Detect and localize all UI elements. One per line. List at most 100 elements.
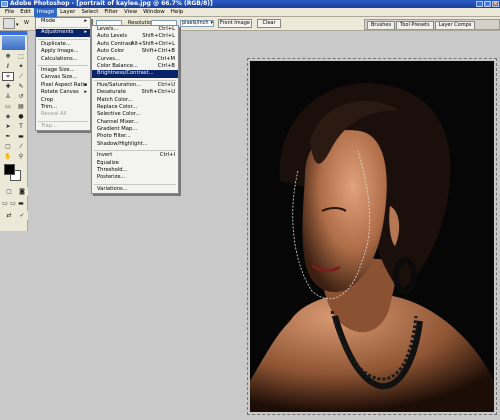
magic-wand-tool-icon[interactable]: ✦ — [15, 62, 27, 71]
palette-well: Brushes Tool Presets Layer Comps — [364, 19, 500, 30]
type-tool-icon[interactable]: T — [15, 122, 27, 131]
menu-separator — [38, 25, 88, 29]
menu-filter[interactable]: Filter — [101, 8, 121, 17]
menu-layer[interactable]: Layer — [57, 8, 78, 17]
image-menu: Mode Adjustments Duplicate... Apply Imag… — [35, 17, 91, 132]
dodge-tool-icon[interactable]: ● — [15, 112, 27, 121]
path-selection-tool-icon[interactable]: ➤ — [2, 122, 14, 131]
menu-item-duplicate[interactable]: Duplicate... — [36, 41, 90, 48]
crop-tool-icon[interactable]: ⌗ — [2, 72, 14, 81]
clone-stamp-tool-icon[interactable]: ♙ — [2, 92, 14, 101]
menu-item-auto-contrast[interactable]: Auto Contrast Alt+Shift+Ctrl+L — [92, 41, 178, 48]
lasso-tool-icon[interactable]: ℓ — [2, 62, 14, 71]
marquee-tool-icon[interactable]: ⬚ — [15, 52, 27, 61]
toolbox: ✥ ⬚ ℓ ✦ ⌗ ⟋ ✚ ✎ ♙ ↺ ▭ ▤ ◈ ● ➤ T ✒ ▬ ▢ ⁄ … — [0, 31, 28, 231]
quick-mask-mode-icon[interactable]: ◙ — [16, 187, 28, 196]
close-button[interactable]: × — [492, 1, 499, 7]
menu-item-variations[interactable]: Variations... — [92, 186, 178, 193]
menu-separator — [38, 63, 88, 66]
menu-edit[interactable]: Edit — [17, 8, 34, 17]
slice-tool-icon[interactable]: ⟋ — [15, 72, 27, 81]
history-brush-tool-icon[interactable]: ↺ — [15, 92, 27, 101]
foreground-color-swatch[interactable] — [4, 164, 15, 175]
menu-item-hue-saturation[interactable]: Hue/Saturation... Ctrl+U — [92, 82, 178, 89]
menu-item-desaturate[interactable]: Desaturate Shift+Ctrl+U — [92, 89, 178, 96]
tool-preset-arrow-icon[interactable]: ▾ — [16, 22, 19, 28]
menu-item-trim[interactable]: Trim... — [36, 104, 90, 111]
move-tool-icon[interactable]: ✥ — [2, 52, 14, 61]
menu-image[interactable]: Image — [33, 7, 58, 17]
tab-brushes[interactable]: Brushes — [367, 21, 396, 29]
menu-item-rotate-canvas[interactable]: Rotate Canvas — [36, 89, 90, 97]
menu-item-equalize[interactable]: Equalize — [92, 160, 178, 167]
menu-separator — [94, 148, 176, 152]
menu-item-canvas-size[interactable]: Canvas Size... — [36, 74, 90, 81]
tab-layer-comps[interactable]: Layer Comps — [434, 21, 476, 29]
zoom-tool-icon[interactable]: ⚲ — [15, 152, 27, 161]
resolution-units-select[interactable]: pixels/inch — [180, 20, 214, 27]
menu-item-gradient-map[interactable]: Gradient Map... — [92, 126, 178, 133]
notes-tool-icon[interactable]: ▢ — [2, 142, 14, 151]
menu-item-auto-levels[interactable]: Auto Levels Shift+Ctrl+L — [92, 33, 178, 40]
screen-mode-buttons: ▭ ▭ ▬ — [1, 199, 25, 208]
front-image-button[interactable]: Front Image — [218, 19, 252, 28]
eraser-tool-icon[interactable]: ▭ — [2, 102, 14, 111]
menu-item-channel-mixer[interactable]: Channel Mixer... — [92, 119, 178, 126]
shape-tool-icon[interactable]: ▬ — [15, 132, 27, 141]
menu-item-threshold[interactable]: Threshold... — [92, 167, 178, 174]
gradient-tool-icon[interactable]: ▤ — [15, 102, 27, 111]
tab-tool-presets[interactable]: Tool Presets — [396, 21, 434, 29]
minimize-button[interactable]: _ — [476, 1, 483, 7]
maximize-button[interactable]: □ — [484, 1, 491, 7]
menu-select[interactable]: Select — [78, 8, 101, 17]
menu-item-invert[interactable]: Invert Ctrl+I — [92, 152, 178, 159]
menu-item-pixel-aspect-ratio[interactable]: Pixel Aspect Ratio — [36, 82, 90, 90]
blur-tool-icon[interactable]: ◈ — [2, 112, 14, 121]
crop-tool-icon[interactable] — [3, 18, 15, 29]
clear-button[interactable]: Clear — [257, 19, 281, 28]
menu-item-brightness-contrast[interactable]: Brightness/Contrast... — [92, 70, 178, 78]
menu-item-photo-filter[interactable]: Photo Filter... — [92, 133, 178, 140]
pen-tool-icon[interactable]: ✒ — [2, 132, 14, 141]
full-screen-menu-mode-icon[interactable]: ▭ — [9, 199, 17, 208]
photoshop-icon — [1, 1, 8, 7]
menu-window[interactable]: Window — [140, 8, 168, 17]
jump-icon[interactable]: ✓ — [16, 211, 28, 220]
eyedropper-tool-icon[interactable]: ⁄ — [15, 142, 27, 151]
standard-screen-mode-icon[interactable]: ▭ — [1, 199, 9, 208]
menu-view[interactable]: View — [121, 8, 140, 17]
menu-item-image-size[interactable]: Image Size... — [36, 67, 90, 74]
menu-help[interactable]: Help — [168, 8, 187, 17]
menu-item-adjustments[interactable]: Adjustments — [36, 29, 90, 37]
menu-separator — [94, 182, 176, 185]
menu-file[interactable]: File — [2, 8, 17, 17]
menu-item-levels[interactable]: Levels... Ctrl+L — [92, 26, 178, 33]
jump-buttons: ⇄ ✓ — [3, 211, 28, 220]
menu-item-calculations[interactable]: Calculations... — [36, 56, 90, 63]
menu-item-color-balance[interactable]: Color Balance... Ctrl+B — [92, 63, 178, 70]
menu-item-curves[interactable]: Curves... Ctrl+M — [92, 56, 178, 63]
full-screen-mode-icon[interactable]: ▬ — [17, 199, 25, 208]
menu-item-posterize[interactable]: Posterize... — [92, 174, 178, 181]
hand-tool-icon[interactable]: ✋ — [2, 152, 14, 161]
healing-brush-tool-icon[interactable]: ✚ — [2, 82, 14, 91]
tool-grid: ✥ ⬚ ℓ ✦ ⌗ ⟋ ✚ ✎ ♙ ↺ ▭ ▤ ◈ ● ➤ T ✒ ▬ ▢ ⁄ … — [0, 51, 27, 162]
document-canvas[interactable] — [250, 61, 494, 412]
menu-item-shadow-highlight[interactable]: Shadow/Highlight... — [92, 141, 178, 148]
window-controls: _ □ × — [476, 1, 499, 7]
standard-mode-icon[interactable]: ▢ — [3, 187, 15, 196]
portrait-photo — [250, 61, 494, 412]
menu-item-selective-color[interactable]: Selective Color... — [92, 111, 178, 118]
menu-separator — [94, 78, 176, 81]
menu-item-apply-image[interactable]: Apply Image... — [36, 48, 90, 55]
menu-item-match-color[interactable]: Match Color... — [92, 97, 178, 104]
menu-item-replace-color[interactable]: Replace Color... — [92, 104, 178, 111]
menu-bar: File Edit Image Layer Select Filter View… — [0, 7, 500, 17]
menu-item-crop[interactable]: Crop — [36, 97, 90, 104]
menu-item-auto-color[interactable]: Auto Color Shift+Ctrl+B — [92, 48, 178, 55]
menu-item-mode[interactable]: Mode — [36, 18, 90, 26]
toolbox-title-bar[interactable] — [0, 31, 27, 35]
imageready-icon[interactable]: ⇄ — [3, 211, 15, 220]
photoshop-feather-logo[interactable] — [2, 36, 25, 50]
brush-tool-icon[interactable]: ✎ — [15, 82, 27, 91]
